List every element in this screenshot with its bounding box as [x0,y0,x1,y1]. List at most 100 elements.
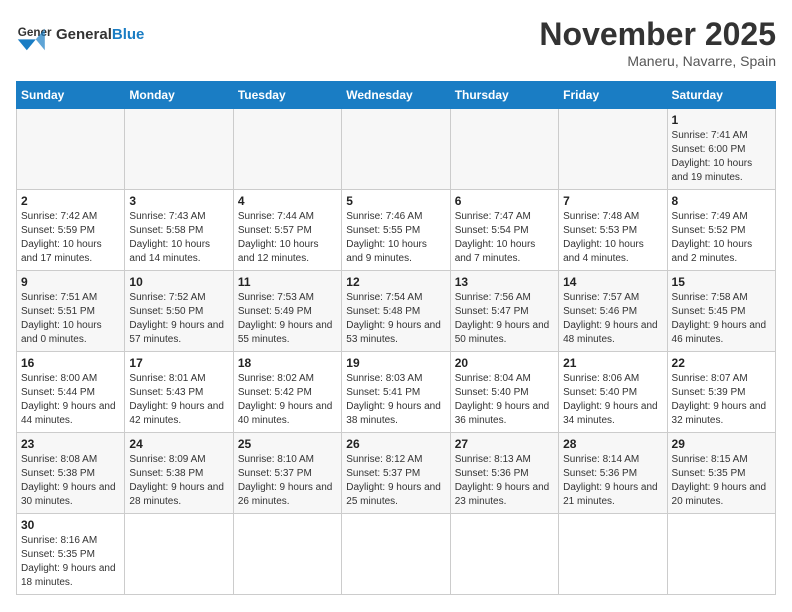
day-number: 10 [129,275,228,289]
day-info: Sunrise: 7:42 AM Sunset: 5:59 PM Dayligh… [21,210,120,266]
day-number: 1 [672,113,771,127]
weekday-header-monday: Monday [125,82,233,109]
day-number: 19 [346,356,445,370]
day-number: 28 [563,437,662,451]
day-info: Sunrise: 7:41 AM Sunset: 6:00 PM Dayligh… [672,129,771,185]
weekday-header-saturday: Saturday [667,82,775,109]
day-info: Sunrise: 7:57 AM Sunset: 5:46 PM Dayligh… [563,291,662,347]
day-number: 26 [346,437,445,451]
day-info: Sunrise: 7:44 AM Sunset: 5:57 PM Dayligh… [238,210,337,266]
calendar-cell: 20Sunrise: 8:04 AM Sunset: 5:40 PM Dayli… [450,352,558,433]
day-number: 4 [238,194,337,208]
day-number: 16 [21,356,120,370]
calendar-cell: 28 Sunrise: 8:14 AM Sunset: 5:36 PM Dayli… [559,433,667,514]
day-info: Sunrise: 7:49 AM Sunset: 5:52 PM Dayligh… [672,210,771,266]
calendar-cell: 12 Sunrise: 7:54 AM Sunset: 5:48 PM Dayli… [342,271,450,352]
calendar-cell: 8 Sunrise: 7:49 AM Sunset: 5:52 PM Daylig… [667,190,775,271]
calendar-week-row: 16 Sunrise: 8:00 AM Sunset: 5:44 PM Dayli… [17,352,776,433]
calendar-cell: 4 Sunrise: 7:44 AM Sunset: 5:57 PM Daylig… [233,190,341,271]
day-info: Sunrise: 8:10 AM Sunset: 5:37 PM Dayligh… [238,453,337,509]
svg-text:General: General [18,26,52,39]
calendar-cell: 21 Sunrise: 8:06 AM Sunset: 5:40 PM Dayli… [559,352,667,433]
day-number: 3 [129,194,228,208]
day-info: Sunrise: 8:03 AM Sunset: 5:41 PM Dayligh… [346,372,445,428]
day-info: Sunrise: 8:00 AM Sunset: 5:44 PM Dayligh… [21,372,120,428]
calendar-cell: 9Sunrise: 7:51 AM Sunset: 5:51 PM Daylig… [17,271,125,352]
day-number: 21 [563,356,662,370]
weekday-header-sunday: Sunday [17,82,125,109]
calendar-cell: 11Sunrise: 7:53 AM Sunset: 5:49 PM Dayli… [233,271,341,352]
day-info: Sunrise: 8:01 AM Sunset: 5:43 PM Dayligh… [129,372,228,428]
day-number: 14 [563,275,662,289]
day-number: 9 [21,275,120,289]
calendar-cell [559,514,667,595]
day-number: 22 [672,356,771,370]
calendar-cell: 25 Sunrise: 8:10 AM Sunset: 5:37 PM Dayli… [233,433,341,514]
day-number: 23 [21,437,120,451]
day-number: 12 [346,275,445,289]
calendar-cell: 3 Sunrise: 7:43 AM Sunset: 5:58 PM Daylig… [125,190,233,271]
day-number: 7 [563,194,662,208]
logo: General GeneralBlue [16,16,144,52]
day-info: Sunrise: 7:48 AM Sunset: 5:53 PM Dayligh… [563,210,662,266]
calendar-cell: 17 Sunrise: 8:01 AM Sunset: 5:43 PM Dayli… [125,352,233,433]
calendar-cell: 1 Sunrise: 7:41 AM Sunset: 6:00 PM Daylig… [667,109,775,190]
calendar-cell: 18 Sunrise: 8:02 AM Sunset: 5:42 PM Dayli… [233,352,341,433]
day-number: 13 [455,275,554,289]
calendar-week-row: 1 Sunrise: 7:41 AM Sunset: 6:00 PM Daylig… [17,109,776,190]
calendar-cell: 7 Sunrise: 7:48 AM Sunset: 5:53 PM Daylig… [559,190,667,271]
day-number: 29 [672,437,771,451]
page-header: General GeneralBlue November 2025 Maneru… [16,16,776,69]
calendar-cell [559,109,667,190]
calendar-cell: 5Sunrise: 7:46 AM Sunset: 5:55 PM Daylig… [342,190,450,271]
weekday-header-thursday: Thursday [450,82,558,109]
day-info: Sunrise: 8:13 AM Sunset: 5:36 PM Dayligh… [455,453,554,509]
day-info: Sunrise: 8:04 AM Sunset: 5:40 PM Dayligh… [455,372,554,428]
month-title: November 2025 [539,16,776,53]
day-info: Sunrise: 8:09 AM Sunset: 5:38 PM Dayligh… [129,453,228,509]
calendar-cell: 26 Sunrise: 8:12 AM Sunset: 5:37 PM Dayli… [342,433,450,514]
calendar-cell: 22Sunrise: 8:07 AM Sunset: 5:39 PM Dayli… [667,352,775,433]
day-info: Sunrise: 7:58 AM Sunset: 5:45 PM Dayligh… [672,291,771,347]
day-info: Sunrise: 8:08 AM Sunset: 5:38 PM Dayligh… [21,453,120,509]
logo-icon: General [16,16,52,52]
day-number: 8 [672,194,771,208]
calendar-cell [342,109,450,190]
calendar-week-row: 9Sunrise: 7:51 AM Sunset: 5:51 PM Daylig… [17,271,776,352]
day-number: 25 [238,437,337,451]
day-info: Sunrise: 7:43 AM Sunset: 5:58 PM Dayligh… [129,210,228,266]
calendar-cell: 27 Sunrise: 8:13 AM Sunset: 5:36 PM Dayli… [450,433,558,514]
day-number: 30 [21,518,120,532]
calendar-cell: 29 Sunrise: 8:15 AM Sunset: 5:35 PM Dayli… [667,433,775,514]
day-number: 18 [238,356,337,370]
calendar-cell [342,514,450,595]
day-number: 11 [238,275,337,289]
day-info: Sunrise: 7:54 AM Sunset: 5:48 PM Dayligh… [346,291,445,347]
day-info: Sunrise: 8:02 AM Sunset: 5:42 PM Dayligh… [238,372,337,428]
weekday-header-tuesday: Tuesday [233,82,341,109]
calendar-cell [233,514,341,595]
logo-text: GeneralBlue [56,27,144,42]
location-title: Maneru, Navarre, Spain [539,53,776,69]
calendar-cell: 6Sunrise: 7:47 AM Sunset: 5:54 PM Daylig… [450,190,558,271]
day-number: 17 [129,356,228,370]
calendar-cell [17,109,125,190]
day-info: Sunrise: 7:46 AM Sunset: 5:55 PM Dayligh… [346,210,445,266]
calendar-cell: 16 Sunrise: 8:00 AM Sunset: 5:44 PM Dayli… [17,352,125,433]
day-info: Sunrise: 8:12 AM Sunset: 5:37 PM Dayligh… [346,453,445,509]
day-info: Sunrise: 8:14 AM Sunset: 5:36 PM Dayligh… [563,453,662,509]
day-info: Sunrise: 8:06 AM Sunset: 5:40 PM Dayligh… [563,372,662,428]
calendar-cell: 30 Sunrise: 8:16 AM Sunset: 5:35 PM Dayli… [17,514,125,595]
day-info: Sunrise: 8:16 AM Sunset: 5:35 PM Dayligh… [21,534,120,590]
day-number: 15 [672,275,771,289]
calendar-week-row: 2Sunrise: 7:42 AM Sunset: 5:59 PM Daylig… [17,190,776,271]
calendar-header-row: SundayMondayTuesdayWednesdayThursdayFrid… [17,82,776,109]
calendar-table: SundayMondayTuesdayWednesdayThursdayFrid… [16,81,776,595]
calendar-cell: 10Sunrise: 7:52 AM Sunset: 5:50 PM Dayli… [125,271,233,352]
calendar-cell: 19 Sunrise: 8:03 AM Sunset: 5:41 PM Dayli… [342,352,450,433]
calendar-cell [233,109,341,190]
day-number: 27 [455,437,554,451]
day-info: Sunrise: 8:15 AM Sunset: 5:35 PM Dayligh… [672,453,771,509]
calendar-cell: 14 Sunrise: 7:57 AM Sunset: 5:46 PM Dayli… [559,271,667,352]
calendar-cell [667,514,775,595]
